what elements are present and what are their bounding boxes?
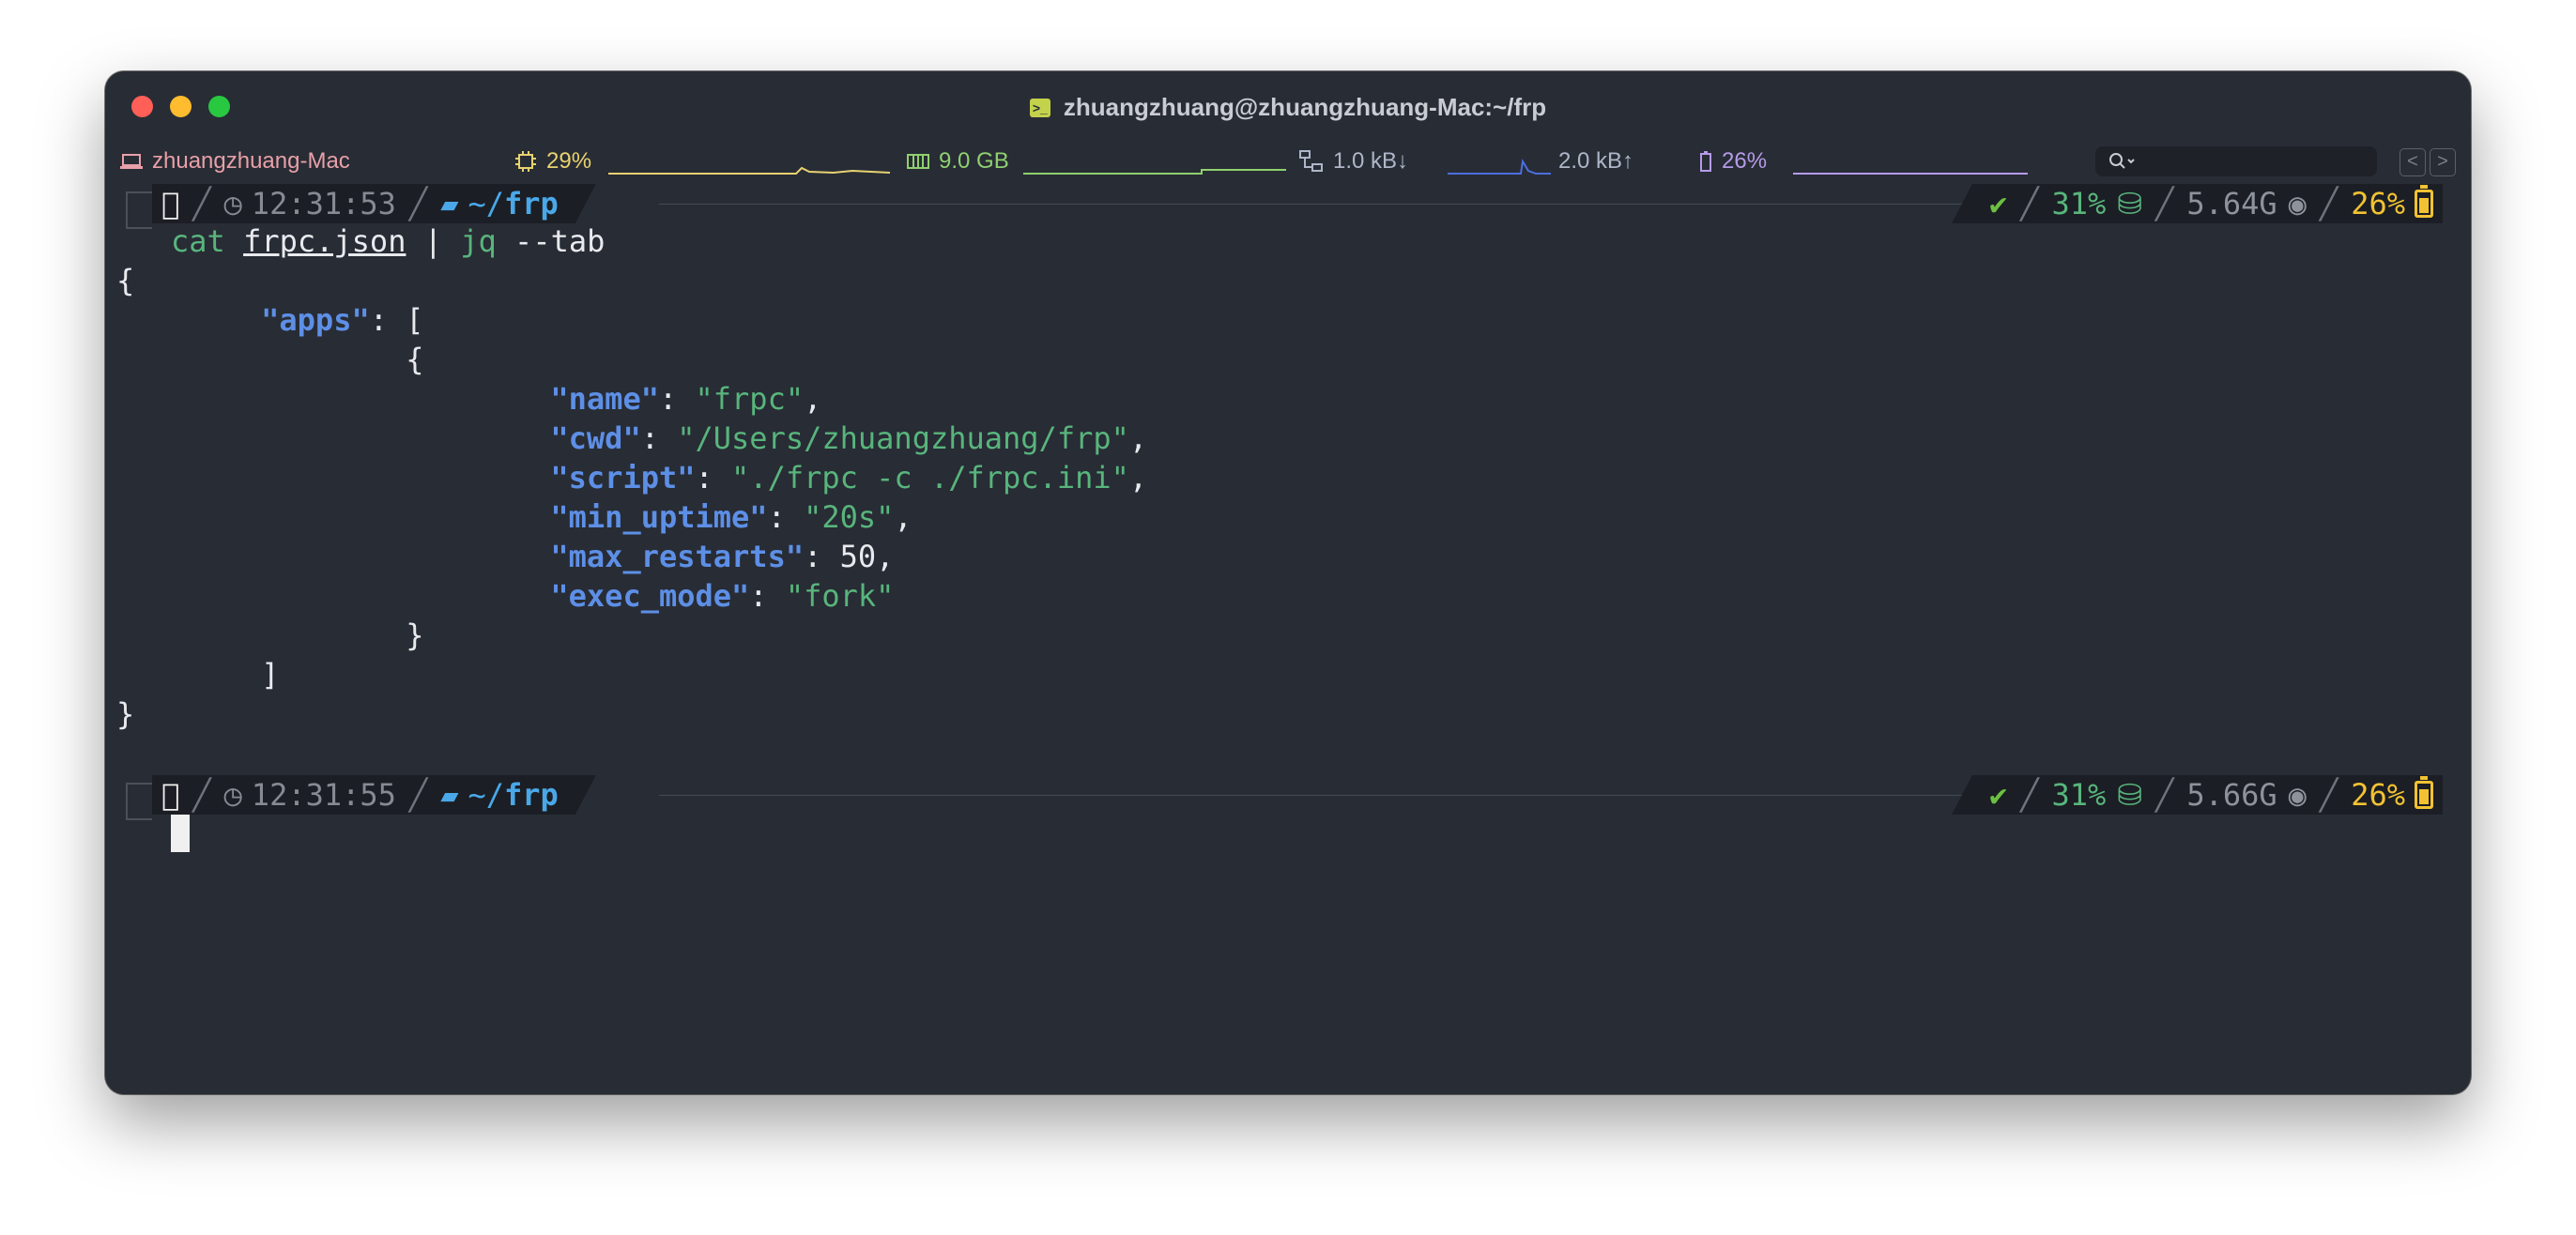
prompt-time: 12:31:55 [251, 777, 396, 813]
clock-icon: ◷ [223, 777, 242, 813]
prompt-left-segment:  ╱ ◷ 12:31:53 ╱ ▰ ~/frp [152, 184, 596, 223]
prompt-rule [659, 795, 1973, 796]
network-sparkline [1448, 159, 1551, 175]
disk-usage: 31% [2051, 777, 2107, 813]
json-line: "exec_mode": "fork" [550, 578, 895, 614]
prompt-right-segment: ✔ ╱ 31% ⛁ ╱ 5.66G ◉ ╱ 26% [1951, 775, 2443, 815]
prompt-line-1:  ╱ ◷ 12:31:53 ╱ ▰ ~/frp ✔ ╱ 31% ⛁ ╱ 5.6… [105, 184, 2471, 229]
json-line: "script": "./frpc -c ./frpc.ini", [550, 460, 1148, 496]
command-line: cat frpc.json | jq --tab [171, 223, 605, 259]
cpu-sparkline [608, 166, 890, 175]
battery-icon [1700, 151, 1711, 172]
minimize-button[interactable] [170, 96, 192, 117]
memory-value: 9.0 GB [939, 148, 1009, 174]
disk-icon: ⛁ [2117, 186, 2143, 221]
memory-item: 9.0 GB [907, 148, 1009, 175]
json-line: "min_uptime": "20s", [550, 499, 912, 535]
close-button[interactable] [131, 96, 153, 117]
battery-item: 26% [1699, 148, 1767, 175]
terminal-icon: >_ [1029, 99, 1050, 117]
prompt-path-prefix: ~/ [468, 186, 504, 221]
command-jq: jq [460, 223, 497, 259]
prompt-battery-icon [2415, 776, 2433, 809]
disk-usage: 31% [2051, 186, 2107, 221]
ram-icon: ◉ [2288, 186, 2307, 221]
terminal-content[interactable]:  ╱ ◷ 12:31:53 ╱ ▰ ~/frp ✔ ╱ 31% ⛁ ╱ 5.6… [105, 184, 2471, 1094]
cpu-item: 29% [514, 148, 591, 175]
status-bar: zhuangzhuang-Mac 29% 9.0 GB 1.0 kB↓ 2.0 … [105, 143, 2471, 184]
status-ok-icon: ✔ [1988, 777, 2008, 813]
folder-icon: ▰ [440, 186, 459, 221]
command-cat: cat [171, 223, 225, 259]
cpu-value: 29% [546, 148, 592, 174]
nav-forward-button[interactable]: > [2430, 148, 2456, 176]
prompt-line-2:  ╱ ◷ 12:31:55 ╱ ▰ ~/frp ✔ ╱ 31% ⛁ ╱ 5.6… [105, 775, 2471, 820]
memory-icon [907, 154, 929, 169]
json-line: { [116, 263, 135, 298]
network-icon [1299, 150, 1323, 172]
disk-icon: ⛁ [2117, 777, 2143, 813]
network-up-item: 2.0 kB↑ [1558, 148, 1633, 175]
host-item: zhuangzhuang-Mac [120, 148, 350, 175]
laptop-icon [120, 154, 143, 169]
prompt-corner [126, 191, 152, 229]
prompt-path-prefix: ~/ [468, 777, 504, 813]
prompt-corner [126, 783, 152, 820]
json-line: { [406, 342, 424, 377]
nav-buttons: < > [2400, 148, 2456, 176]
zoom-button[interactable] [208, 96, 230, 117]
prompt-battery-icon [2415, 185, 2433, 218]
traffic-lights [131, 96, 230, 117]
prompt-battery: 26% [2351, 777, 2405, 813]
network-down-item: 1.0 kB↓ [1299, 148, 1408, 175]
apple-icon:  [161, 186, 180, 221]
window-title: zhuangzhuang@zhuangzhuang-Mac:~/frp [1063, 92, 1547, 121]
json-line: ] [261, 657, 280, 693]
prompt-rule [659, 204, 1973, 205]
text-cursor[interactable] [171, 815, 190, 852]
prompt-right-segment: ✔ ╱ 31% ⛁ ╱ 5.64G ◉ ╱ 26% [1951, 184, 2443, 223]
prompt-time: 12:31:53 [251, 186, 396, 221]
json-line: "max_restarts": 50, [550, 539, 895, 574]
nav-back-button[interactable]: < [2400, 148, 2426, 176]
command-args: --tab [514, 223, 606, 259]
search-icon [2109, 153, 2135, 169]
status-ok-icon: ✔ [1988, 186, 2008, 221]
battery-value: 26% [1722, 148, 1768, 174]
prompt-left-segment:  ╱ ◷ 12:31:55 ╱ ▰ ~/frp [152, 775, 596, 815]
json-line: } [406, 618, 424, 653]
prompt-battery: 26% [2351, 186, 2405, 221]
ram-icon: ◉ [2288, 777, 2307, 813]
apple-icon:  [161, 777, 180, 813]
battery-sparkline [1793, 173, 2028, 175]
cpu-icon [515, 151, 536, 172]
command-pipe: | [423, 223, 442, 259]
json-line: } [116, 696, 135, 732]
ram-usage: 5.66G [2186, 777, 2277, 813]
title-bar[interactable]: >_ zhuangzhuang@zhuangzhuang-Mac:~/frp [105, 71, 2471, 143]
command-file: frpc.json [243, 223, 406, 259]
search-input[interactable] [2095, 146, 2377, 176]
network-up-value: 2.0 kB↑ [1558, 148, 1634, 174]
prompt-path-dir: frp [503, 777, 559, 813]
json-line: "name": "frpc", [550, 381, 822, 417]
ram-usage: 5.64G [2186, 186, 2277, 221]
json-line: "apps": [ [261, 302, 424, 338]
hostname-label: zhuangzhuang-Mac [152, 148, 350, 174]
folder-icon: ▰ [440, 777, 459, 813]
terminal-window: >_ zhuangzhuang@zhuangzhuang-Mac:~/frp z… [105, 71, 2471, 1094]
prompt-path-dir: frp [503, 186, 559, 221]
network-down-value: 1.0 kB↓ [1333, 148, 1409, 174]
clock-icon: ◷ [223, 186, 242, 221]
json-line: "cwd": "/Users/zhuangzhuang/frp", [550, 420, 1148, 456]
memory-sparkline [1023, 169, 1286, 175]
